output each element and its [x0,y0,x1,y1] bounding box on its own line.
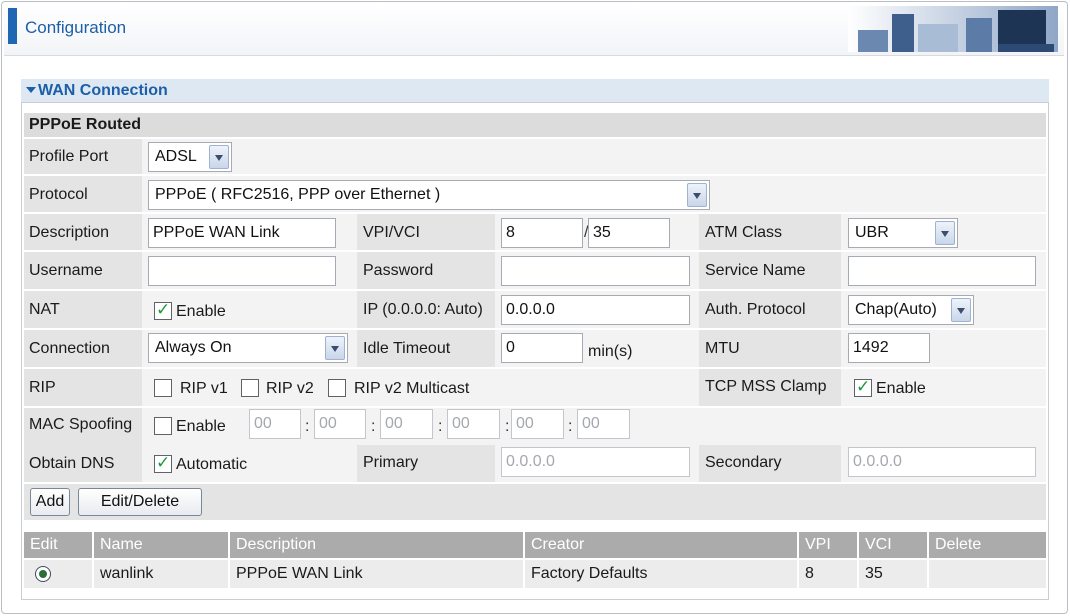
add-button[interactable]: Add [30,488,70,516]
ip-label: IP (0.0.0.0: Auto) [363,301,483,318]
ip-input[interactable]: 0.0.0.0 [501,295,690,325]
atm-class-select[interactable]: UBR [848,218,958,248]
service-name-input[interactable] [848,256,1036,286]
rip-v2-multicast-label: RIP v2 Multicast [354,380,470,397]
table-header-creator: Creator [525,532,797,558]
obtain-dns-checkbox[interactable] [154,453,172,473]
table-cell-description: PPPoE WAN Link [230,560,523,588]
nat-enable-label: Enable [176,303,226,320]
mac-separator: : [505,418,510,435]
idle-timeout-label: Idle Timeout [363,340,451,357]
chevron-down-icon [935,221,955,245]
table-header-delete: Delete [929,532,1046,558]
page-title: Configuration [25,18,127,37]
password-label: Password [363,262,434,279]
chevron-down-icon [209,145,229,169]
mac-octet-2[interactable]: 00 [314,409,366,439]
chevron-down-icon [687,183,707,207]
obtain-dns-label: Obtain DNS [29,455,115,472]
chevron-down-icon [325,336,345,360]
nat-label: NAT [29,301,60,318]
header-office-image [848,6,1058,52]
atm-class-label: ATM Class [705,224,783,241]
description-input[interactable]: PPPoE WAN Link [148,218,336,248]
tcp-mss-clamp-enable-label: Enable [876,380,926,397]
profile-port-value: ADSL [155,148,197,165]
atm-class-value: UBR [855,224,889,241]
section-title[interactable]: WAN Connection [38,82,168,100]
table-cell-name: wanlink [94,560,228,588]
mac-octet-6[interactable]: 00 [577,409,630,439]
table-header-edit: Edit [24,532,92,558]
protocol-label: Protocol [29,186,88,203]
mtu-input[interactable]: 1492 [848,333,930,363]
password-input[interactable] [501,256,690,286]
username-label: Username [29,262,103,279]
header-accent-bar [8,8,17,44]
table-header-description: Description [230,532,523,558]
rip-v1-checkbox[interactable] [154,379,172,397]
table-header-name: Name [94,532,228,558]
mac-octet-5[interactable]: 00 [511,409,564,439]
table-header-vpi: VPI [799,532,857,558]
auth-protocol-value: Chap(Auto) [855,301,937,318]
rip-label: RIP [29,379,56,396]
mac-spoofing-label: MAC Spoofing [29,416,133,433]
tcp-mss-clamp-label: TCP MSS Clamp [705,378,827,395]
vci-input[interactable]: 35 [588,218,670,248]
vpi-input[interactable]: 8 [501,218,583,248]
auth-protocol-select[interactable]: Chap(Auto) [848,295,974,325]
idle-timeout-unit: min(s) [588,343,633,360]
mac-separator: : [568,418,573,435]
rip-v1-label: RIP v1 [180,380,228,397]
table-cell-creator: Factory Defaults [525,560,797,588]
description-label: Description [29,224,110,241]
mac-octet-1[interactable]: 00 [249,409,301,439]
vpi-vci-label: VPI/VCI [363,224,420,241]
triangle-down-icon[interactable] [26,87,36,93]
connection-label: Connection [29,340,110,357]
mac-spoofing-enable-label: Enable [176,418,226,435]
mac-octet-3[interactable]: 00 [380,409,433,439]
group-title-row [24,113,1046,137]
rip-v2-checkbox[interactable] [241,379,259,397]
row-select-radio[interactable] [35,566,51,582]
mtu-label: MTU [705,340,740,357]
rip-v2-multicast-checkbox[interactable] [328,379,346,397]
mac-separator: : [305,418,310,435]
table-cell-delete [929,560,1046,588]
protocol-select[interactable]: PPPoE ( RFC2516, PPP over Ethernet ) [148,180,710,210]
service-name-label: Service Name [705,262,806,279]
table-header-vci: VCI [859,532,927,558]
table-cell-vpi: 8 [799,560,857,588]
edit-delete-button[interactable]: Edit/Delete [78,488,202,516]
rip-v2-label: RIP v2 [266,380,314,397]
protocol-value: PPPoE ( RFC2516, PPP over Ethernet ) [155,186,441,203]
connection-select[interactable]: Always On [148,333,348,363]
mac-octet-4[interactable]: 00 [447,409,500,439]
secondary-dns-label: Secondary [705,454,782,471]
secondary-dns-input[interactable]: 0.0.0.0 [848,447,1036,477]
primary-dns-label: Primary [363,454,419,471]
mac-spoofing-checkbox[interactable] [154,417,172,435]
mac-separator: : [371,418,376,435]
tcp-mss-clamp-checkbox[interactable] [854,377,872,397]
username-input[interactable] [148,256,336,286]
obtain-dns-automatic-label: Automatic [176,456,248,473]
mac-separator: : [438,418,443,435]
wan-connection-header[interactable] [21,79,1049,103]
table-cell-vci: 35 [859,560,927,588]
primary-dns-input[interactable]: 0.0.0.0 [501,447,690,477]
idle-timeout-input[interactable]: 0 [501,333,583,363]
profile-port-select[interactable]: ADSL [148,142,232,172]
group-title: PPPoE Routed [29,116,142,133]
nat-enable-checkbox[interactable] [154,300,172,320]
connection-value: Always On [155,339,232,356]
table-cell-edit [24,560,92,588]
profile-port-label: Profile Port [29,148,109,165]
chevron-down-icon [951,298,971,322]
auth-protocol-label: Auth. Protocol [705,301,806,318]
